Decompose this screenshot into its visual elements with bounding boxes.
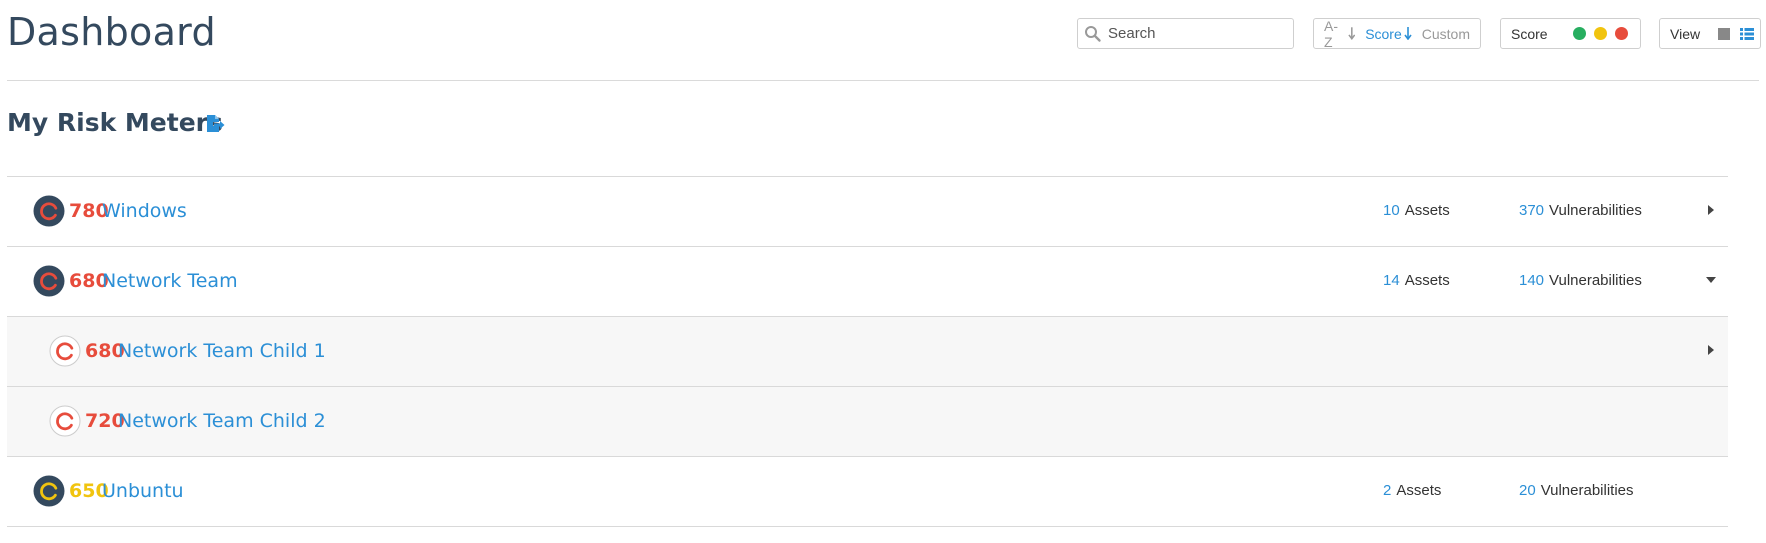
chevron-down-icon[interactable]: [1705, 274, 1717, 286]
risk-meter-row[interactable]: 650 Unbuntu 2 Assets 20 Vulnerabilities: [7, 456, 1728, 527]
score-dot-red[interactable]: [1614, 27, 1628, 40]
tile-view-icon[interactable]: [1718, 27, 1731, 40]
arrow-down-icon: [1347, 27, 1355, 40]
assets-label: Assets: [1404, 272, 1450, 289]
risk-meter-name[interactable]: Network Team: [102, 270, 238, 292]
risk-meter-gauge-icon: [49, 335, 81, 367]
risk-meter-name[interactable]: Unbuntu: [102, 480, 184, 502]
vulnerabilities-number-link[interactable]: 370: [1519, 202, 1544, 219]
sort-custom-option[interactable]: Custom: [1422, 26, 1470, 42]
assets-number-link[interactable]: 14: [1383, 272, 1400, 289]
sort-score-label: Score: [1365, 25, 1402, 42]
score-filter: Score: [1500, 18, 1641, 49]
search-box[interactable]: [1077, 18, 1294, 49]
page-title: Dashboard: [7, 10, 216, 54]
vulnerabilities-label: Vulnerabilities: [1540, 482, 1634, 499]
risk-meter-list: 780 Windows 10 Assets 370 Vulnerabilities …: [7, 176, 1728, 527]
risk-meter-gauge-icon: [33, 265, 65, 297]
header-divider: [7, 80, 1759, 81]
assets-number-link[interactable]: 10: [1383, 202, 1400, 219]
assets-label: Assets: [1404, 202, 1450, 219]
assets-count: 14 Assets: [1383, 272, 1450, 289]
risk-meter-gauge-icon: [33, 475, 65, 507]
arrow-down-icon: [1404, 27, 1412, 40]
vulnerabilities-label: Vulnerabilities: [1549, 202, 1642, 219]
risk-meter-row[interactable]: 680 Network Team 14 Assets 140 Vulnerabili…: [7, 246, 1728, 316]
assets-count: 10 Assets: [1383, 202, 1450, 219]
vulnerabilities-number-link[interactable]: 20: [1519, 482, 1536, 499]
search-icon: [1085, 26, 1101, 42]
vulnerabilities-number-link[interactable]: 140: [1519, 272, 1544, 289]
risk-meter-name[interactable]: Network Team Child 1: [118, 340, 326, 362]
sort-score-option[interactable]: Score: [1365, 26, 1412, 42]
vulnerabilities-label: Vulnerabilities: [1549, 272, 1642, 289]
header: Dashboard A-Z Score Custom Score: [0, 0, 1766, 81]
vulnerabilities-count: 370 Vulnerabilities: [1519, 202, 1642, 219]
risk-meter-gauge-icon: [33, 195, 65, 227]
vulnerabilities-count: 140 Vulnerabilities: [1519, 272, 1642, 289]
search-input[interactable]: [1108, 23, 1288, 44]
chevron-right-icon[interactable]: [1705, 204, 1717, 216]
risk-meter-name[interactable]: Windows: [102, 200, 187, 222]
risk-meter-child-row[interactable]: 720 Network Team Child 2: [7, 386, 1728, 456]
risk-meter-name[interactable]: Network Team Child 2: [118, 410, 326, 432]
risk-meter-child-row[interactable]: 680 Network Team Child 1: [7, 316, 1728, 386]
list-view-icon[interactable]: [1740, 27, 1755, 40]
section-title: My Risk Meters: [7, 108, 223, 137]
view-toggle: View: [1659, 18, 1761, 49]
export-icon[interactable]: [206, 114, 225, 133]
risk-meter-row[interactable]: 780 Windows 10 Assets 370 Vulnerabilities: [7, 176, 1728, 246]
chevron-right-icon[interactable]: [1705, 344, 1717, 356]
sort-custom-label: Custom: [1421, 25, 1470, 42]
assets-number-link[interactable]: 2: [1383, 482, 1391, 499]
view-label: View: [1670, 25, 1701, 42]
score-dot-yellow[interactable]: [1593, 27, 1607, 40]
assets-count: 2 Assets: [1383, 482, 1441, 499]
sort-az-label: A-Z: [1324, 17, 1338, 50]
risk-meter-gauge-icon: [49, 405, 81, 437]
score-filter-label: Score: [1511, 25, 1548, 42]
sort-group: A-Z Score Custom: [1313, 18, 1481, 50]
assets-label: Assets: [1396, 482, 1442, 499]
score-dot-green[interactable]: [1572, 27, 1586, 40]
sort-az-option[interactable]: A-Z: [1324, 18, 1355, 50]
vulnerabilities-count: 20 Vulnerabilities: [1519, 482, 1634, 499]
